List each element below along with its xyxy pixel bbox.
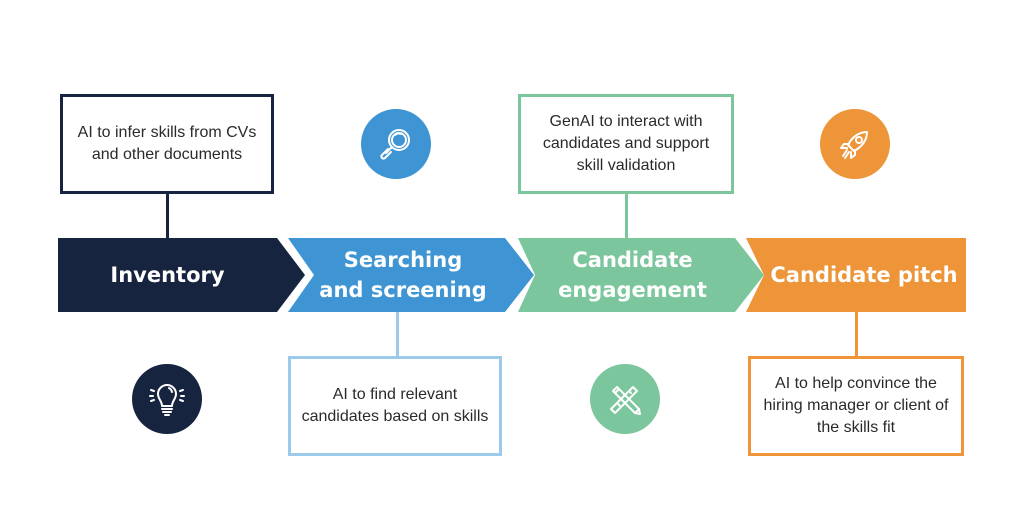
note-text: AI to infer skills from CVs and other do… bbox=[77, 124, 257, 163]
note-pitch: AI to help convince the hiring manager o… bbox=[748, 356, 964, 456]
connector-searching bbox=[396, 312, 399, 356]
icon-circle-inventory bbox=[132, 364, 202, 434]
connector-inventory bbox=[166, 193, 169, 238]
note-inventory: AI to infer skills from CVs and other do… bbox=[60, 94, 274, 194]
stage-label-line: Searching bbox=[343, 248, 463, 272]
lightbulb-icon bbox=[149, 384, 185, 416]
stage-label-pitch: Candidate pitch bbox=[764, 238, 964, 312]
icon-circle-searching bbox=[361, 109, 431, 179]
stage-label-line: engagement bbox=[558, 278, 707, 302]
note-text: AI to help convince the hiring manager o… bbox=[763, 375, 949, 436]
stage-label-line: Candidate pitch bbox=[770, 263, 958, 287]
process-diagram: Inventory Searching and screening Candid… bbox=[0, 0, 1024, 520]
magnifying-glass-icon bbox=[380, 129, 410, 160]
connector-engagement bbox=[625, 193, 628, 238]
pencil-ruler-icon bbox=[610, 386, 641, 415]
stage-label-inventory: Inventory bbox=[58, 238, 277, 312]
stage-label-searching: Searching and screening bbox=[308, 238, 498, 312]
stage-label-line: Candidate bbox=[572, 248, 693, 272]
stage-label-line: and screening bbox=[319, 278, 487, 302]
note-engagement: GenAI to interact with candidates and su… bbox=[518, 94, 734, 194]
icon-circle-pitch bbox=[820, 109, 890, 179]
stage-label-engagement: Candidate engagement bbox=[535, 238, 730, 312]
stage-label-line: Inventory bbox=[110, 263, 225, 287]
note-text: AI to find relevant candidates based on … bbox=[301, 386, 489, 425]
icon-circle-engagement bbox=[590, 364, 660, 434]
note-searching: AI to find relevant candidates based on … bbox=[288, 356, 502, 456]
note-text: GenAI to interact with candidates and su… bbox=[542, 113, 710, 174]
connector-pitch bbox=[855, 312, 858, 356]
rocket-icon bbox=[840, 131, 868, 159]
